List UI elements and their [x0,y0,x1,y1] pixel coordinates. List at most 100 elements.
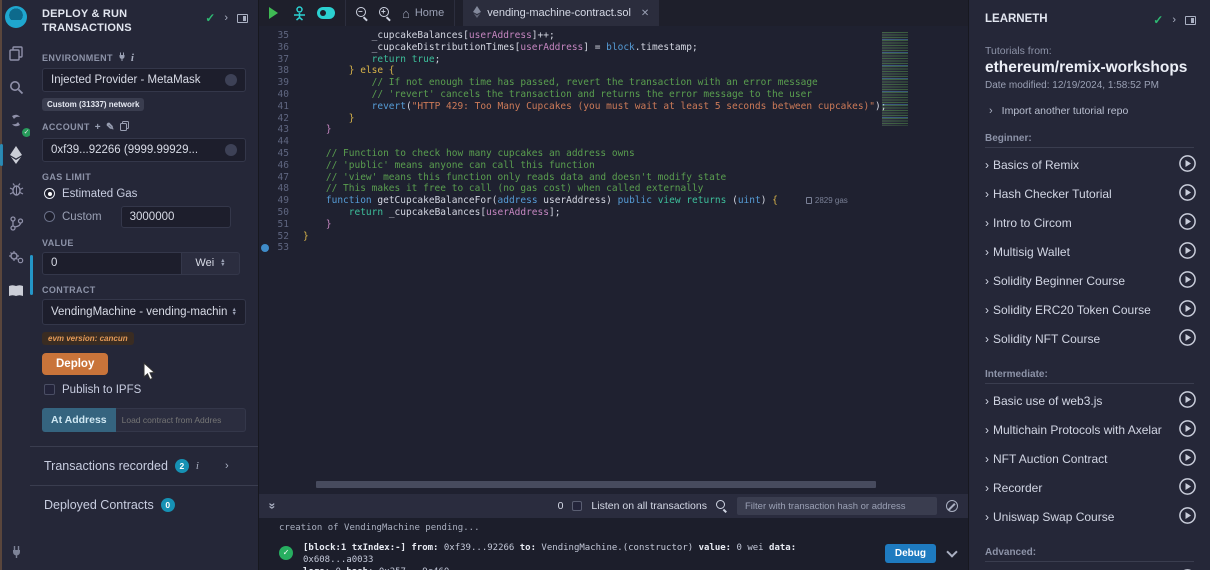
breakpoint-gutter[interactable] [259,231,273,243]
breakpoint-gutter[interactable] [259,54,273,66]
play-tutorial-icon[interactable] [1179,155,1196,172]
play-tutorial-icon[interactable] [1179,213,1196,230]
breakpoint-gutter[interactable] [259,207,273,219]
breakpoint-gutter[interactable] [259,89,273,101]
play-tutorial-icon[interactable] [1179,300,1196,317]
play-tutorial-button[interactable] [1179,391,1196,411]
breakpoint-gutter[interactable] [259,42,273,54]
account-settings-icon[interactable] [225,144,237,156]
breakpoint-gutter[interactable] [259,113,273,125]
transactions-info-icon[interactable]: i [196,460,199,472]
breakpoint-gutter[interactable] [259,195,273,207]
listen-all-checkbox[interactable] [572,501,582,511]
tutorial-item[interactable]: ›NFT Auction Contract [985,444,1196,473]
file-explorer-icon[interactable] [3,38,29,68]
git-icon[interactable] [3,208,29,238]
tutorial-item[interactable]: ›Uniswap Swap Course [985,502,1196,531]
custom-gas-input[interactable] [121,206,231,228]
play-tutorial-icon[interactable] [1179,242,1196,259]
search-icon[interactable] [3,72,29,102]
zoom-in-icon[interactable]: + [379,7,392,20]
editor-horizontal-scrollbar[interactable] [316,481,876,488]
tutorial-item[interactable]: ›Solidity ERC20 Token Course [985,295,1196,324]
play-tutorial-icon[interactable] [1179,271,1196,288]
at-address-input[interactable] [116,408,246,432]
play-tutorial-button[interactable] [1179,420,1196,440]
deploy-button[interactable]: Deploy [42,353,108,375]
environment-info-icon[interactable]: i [131,52,134,64]
tutorial-item[interactable]: ›Multichain Protocols with Axelar [985,415,1196,444]
custom-gas-radio[interactable] [44,211,55,222]
zoom-out-icon[interactable]: − [356,7,369,20]
tutorial-item[interactable]: ›Solidity Beginner Course [985,266,1196,295]
expand-log-icon[interactable] [946,546,957,557]
breakpoint-gutter[interactable] [259,219,273,231]
tutorial-item[interactable]: ›Multisig Wallet [985,237,1196,266]
terminal-filter-input[interactable] [737,497,937,515]
value-input[interactable] [42,252,182,275]
account-select[interactable]: 0xf39...92266 (9999.99929... [42,138,246,162]
tutorial-item[interactable]: ›Basics of Remix [985,150,1196,179]
breakpoint-icon[interactable] [259,242,273,254]
import-tutorial-repo[interactable]: › Import another tutorial repo [989,105,1194,117]
breakpoint-gutter[interactable] [259,183,273,195]
breakpoint-gutter[interactable] [259,136,273,148]
learneth-pin-icon[interactable] [1185,16,1196,25]
estimated-gas-radio[interactable] [44,188,55,199]
tutorial-item[interactable]: ›Intro to Circom [985,208,1196,237]
play-tutorial-icon[interactable] [1179,184,1196,201]
environment-select[interactable]: Injected Provider - MetaMask [42,68,246,92]
breakpoint-gutter[interactable] [259,77,273,89]
terminal-collapse-icon[interactable]: » [265,503,279,510]
plug-icon[interactable] [118,52,126,64]
play-tutorial-icon[interactable] [1179,478,1196,495]
side-panel-scrollbar[interactable] [30,255,33,295]
walkthrough-person-icon[interactable] [292,6,307,21]
run-script-icon[interactable] [269,7,278,19]
remix-logo[interactable] [5,6,27,28]
transaction-log-entry[interactable]: ✓ [block:1 txIndex:-] from: 0xf39...9226… [279,540,956,570]
deploy-run-icon[interactable] [3,140,29,170]
breakpoint-gutter[interactable] [259,172,273,184]
tab-vending-machine-contract[interactable]: vending-machine-contract.sol ✕ [463,0,659,26]
copy-account-icon[interactable] [120,121,129,134]
play-tutorial-icon[interactable] [1179,449,1196,466]
play-tutorial-button[interactable] [1179,478,1196,498]
play-tutorial-icon[interactable] [1179,391,1196,408]
editor-minimap[interactable] [882,32,908,126]
play-tutorial-button[interactable] [1179,300,1196,320]
breakpoint-gutter[interactable] [259,101,273,113]
deployed-contracts-row[interactable]: Deployed Contracts 0 [30,486,258,524]
publish-ipfs-checkbox[interactable] [44,384,55,395]
tutorial-item[interactable]: ›Recorder [985,473,1196,502]
tutorial-item[interactable]: ›Basic use of web3.js [985,386,1196,415]
home-tab[interactable]: ⌂Home [402,6,444,21]
tutorial-item[interactable]: ›Solidity NFT Course [985,324,1196,353]
at-address-button[interactable]: At Address [42,408,116,432]
debugger-icon[interactable] [3,174,29,204]
code-editor[interactable]: 35 _cupcakeBalances[userAddress]++;36 _c… [259,26,968,494]
add-account-icon[interactable]: + [95,122,101,133]
breakpoint-gutter[interactable] [259,65,273,77]
plugin-manager-icon[interactable] [3,536,29,566]
play-tutorial-button[interactable] [1179,449,1196,469]
play-tutorial-icon[interactable] [1179,329,1196,346]
learneth-expand-icon[interactable]: › [1172,14,1176,26]
breakpoint-gutter[interactable] [259,124,273,136]
theme-toggle-icon[interactable] [317,7,335,19]
tab-close-icon[interactable]: ✕ [641,8,649,19]
value-unit-select[interactable]: Wei ▲▼ [182,252,240,275]
play-tutorial-button[interactable] [1179,242,1196,262]
terminal-output[interactable]: creation of VendingMachine pending... ✓ … [259,518,968,570]
play-tutorial-icon[interactable] [1179,420,1196,437]
play-tutorial-button[interactable] [1179,155,1196,175]
solidity-compiler-icon[interactable]: ✓ [3,106,29,136]
panel-expand-icon[interactable]: › [224,12,228,24]
plugin-settings-icon[interactable] [3,242,29,272]
learneth-icon[interactable] [3,276,29,306]
edit-account-icon[interactable]: ✎ [106,122,115,133]
panel-pin-icon[interactable] [237,14,248,23]
play-tutorial-button[interactable] [1179,507,1196,527]
environment-settings-icon[interactable] [225,74,237,86]
transactions-expand-icon[interactable]: › [225,460,229,472]
